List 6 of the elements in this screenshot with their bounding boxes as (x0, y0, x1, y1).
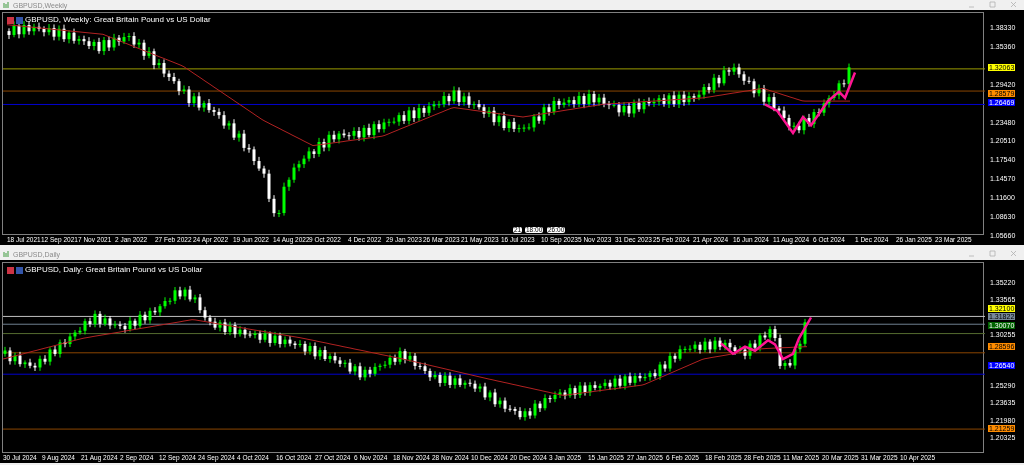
flag-icons (7, 16, 23, 24)
chart-icon (3, 250, 10, 258)
chart-caption: GBPUSD, Daily: Great Britain Pound vs US Dollar (25, 266, 203, 274)
chart-icon (3, 1, 10, 9)
flag-icons (7, 266, 23, 274)
chart-caption: GBPUSD, Weekly: Great Britain Pound vs US Dollar (25, 16, 211, 24)
